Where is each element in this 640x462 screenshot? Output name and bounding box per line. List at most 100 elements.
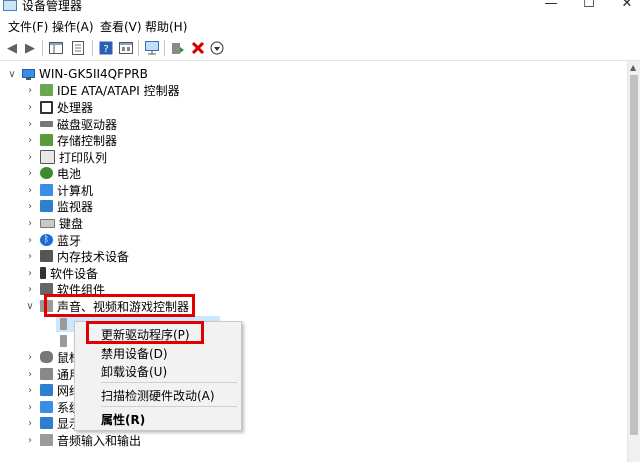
- vertical-scrollbar[interactable]: ▲: [627, 61, 640, 462]
- collapse-chevron-icon[interactable]: ∨: [6, 69, 18, 80]
- tree-child[interactable]: [56, 333, 71, 349]
- tree-item-label: 打印队列: [59, 150, 108, 165]
- expand-chevron-icon[interactable]: ›: [24, 135, 36, 146]
- usb-icon: [40, 368, 53, 380]
- forward-icon[interactable]: ▶: [22, 40, 38, 56]
- toolbar-separator: [92, 40, 93, 56]
- system-icon: [40, 401, 53, 413]
- tree-item-keyboard[interactable]: › 键盘: [24, 215, 83, 231]
- computer-icon: [22, 68, 35, 80]
- expand-chevron-icon[interactable]: ›: [24, 235, 36, 246]
- menu-action[interactable]: 操作(A): [52, 18, 94, 35]
- maximize-button[interactable]: ☐: [574, 0, 604, 11]
- tree-item-monitor[interactable]: › 监视器: [24, 198, 93, 214]
- download-icon[interactable]: [209, 40, 225, 56]
- monitor-scan-icon[interactable]: [144, 40, 160, 56]
- tree-item-bluetooth[interactable]: › ᛒ 蓝牙: [24, 232, 81, 248]
- menu-file[interactable]: 文件(F): [8, 18, 48, 35]
- menu-help[interactable]: 帮助(H): [145, 18, 187, 35]
- expand-chevron-icon[interactable]: ›: [24, 218, 36, 229]
- ide-controller-icon: [40, 84, 53, 96]
- expand-chevron-icon[interactable]: ›: [24, 402, 36, 413]
- tree-item-computer[interactable]: › 计算机: [24, 182, 93, 198]
- toolbar-separator: [164, 40, 165, 56]
- tree-item-disk[interactable]: › 磁盘驱动器: [24, 116, 117, 132]
- expand-chevron-icon[interactable]: ›: [24, 284, 36, 295]
- display-icon: [40, 417, 53, 429]
- help-icon[interactable]: ?: [98, 40, 114, 56]
- tree-item-processor[interactable]: › 处理器: [24, 99, 93, 115]
- tree-item-label: 计算机: [57, 183, 94, 198]
- toolbar-separator: [42, 40, 43, 56]
- toolbar: ◀ ▶ ?: [0, 36, 640, 61]
- expand-chevron-icon[interactable]: ›: [24, 418, 36, 429]
- collapse-chevron-icon[interactable]: ∨: [24, 301, 36, 312]
- monitor-icon: [40, 200, 53, 212]
- tree-item-label: 存储控制器: [57, 133, 118, 148]
- toolbar-separator: [138, 40, 139, 56]
- tree-item-label: 内存技术设备: [57, 249, 130, 264]
- tree-item-printer[interactable]: › 打印队列: [24, 149, 107, 165]
- tree-item-battery[interactable]: › 电池: [24, 165, 81, 181]
- computer-icon: [40, 184, 53, 196]
- highlight-box-update-driver: [86, 321, 204, 344]
- tree-item-memory[interactable]: › 内存技术设备: [24, 248, 129, 264]
- tree-item-system[interactable]: › 系统: [24, 399, 81, 415]
- menu-uninstall-device[interactable]: 卸载设备(U): [101, 363, 167, 380]
- tree-item-network[interactable]: › 网络: [24, 382, 81, 398]
- tree-root[interactable]: ∨ WIN-GK5II4QFPRB: [6, 66, 148, 82]
- expand-chevron-icon[interactable]: ›: [24, 85, 36, 96]
- expand-chevron-icon[interactable]: ›: [24, 385, 36, 396]
- expand-chevron-icon[interactable]: ›: [24, 152, 36, 163]
- expand-chevron-icon[interactable]: ›: [24, 268, 36, 279]
- tree-item-display[interactable]: › 显示: [24, 415, 81, 431]
- tree-item-label: 蓝牙: [57, 233, 82, 248]
- expand-chevron-icon[interactable]: ›: [24, 119, 36, 130]
- highlight-box-sound: [44, 294, 195, 317]
- expand-chevron-icon[interactable]: ›: [24, 251, 36, 262]
- tree-item-label: 电池: [57, 166, 82, 181]
- back-icon[interactable]: ◀: [4, 40, 20, 56]
- disk-drive-icon: [40, 121, 53, 127]
- menu-disable-device[interactable]: 禁用设备(D): [101, 345, 168, 362]
- expand-chevron-icon[interactable]: ›: [24, 435, 36, 446]
- tree-item-label: 键盘: [59, 216, 84, 231]
- scroll-up-icon[interactable]: ▲: [630, 63, 636, 72]
- minimize-button[interactable]: —: [536, 0, 566, 11]
- menu-properties[interactable]: 属性(R): [101, 411, 145, 428]
- mouse-icon: [40, 351, 53, 363]
- expand-chevron-icon[interactable]: ›: [24, 352, 36, 363]
- bluetooth-icon: ᛒ: [40, 234, 53, 246]
- battery-icon: [40, 167, 53, 179]
- view-icon[interactable]: [118, 40, 134, 56]
- expand-chevron-icon[interactable]: ›: [24, 102, 36, 113]
- keyboard-icon: [40, 218, 55, 228]
- menu-scan-hardware[interactable]: 扫描检测硬件改动(A): [101, 387, 215, 404]
- printer-icon: [40, 150, 55, 164]
- storage-controller-icon: [40, 134, 53, 146]
- expand-chevron-icon[interactable]: ›: [24, 369, 36, 380]
- properties-sheet-icon[interactable]: [70, 40, 86, 56]
- tree-item-storage[interactable]: › 存储控制器: [24, 132, 117, 148]
- tree-item-usb[interactable]: › 通用: [24, 366, 81, 382]
- close-button[interactable]: ✕: [612, 0, 640, 11]
- menu-separator: [101, 382, 237, 383]
- processor-icon: [40, 100, 53, 114]
- console-tree-icon[interactable]: [48, 40, 64, 56]
- expand-chevron-icon[interactable]: ›: [24, 185, 36, 196]
- speaker-icon: [60, 335, 67, 347]
- menu-bar: 文件(F) 操作(A) 查看(V) 帮助(H): [0, 14, 640, 36]
- scrollbar-thumb[interactable]: [630, 75, 638, 435]
- tree-item-software-device[interactable]: › 软件设备: [24, 265, 98, 281]
- tree-item-mouse[interactable]: › 鼠标: [24, 349, 81, 365]
- tree-item-label: 监视器: [57, 199, 94, 214]
- uninstall-device-icon[interactable]: [190, 40, 206, 56]
- tree-item-audio-io[interactable]: › 音频输入和输出: [24, 432, 141, 448]
- expand-chevron-icon[interactable]: ›: [24, 168, 36, 179]
- expand-chevron-icon[interactable]: ›: [24, 201, 36, 212]
- menu-view[interactable]: 查看(V): [100, 18, 142, 35]
- update-driver-icon[interactable]: [170, 40, 186, 56]
- network-icon: [40, 384, 53, 396]
- software-device-icon: [40, 267, 46, 279]
- tree-item-ide[interactable]: › IDE ATA/ATAPI 控制器: [24, 82, 180, 98]
